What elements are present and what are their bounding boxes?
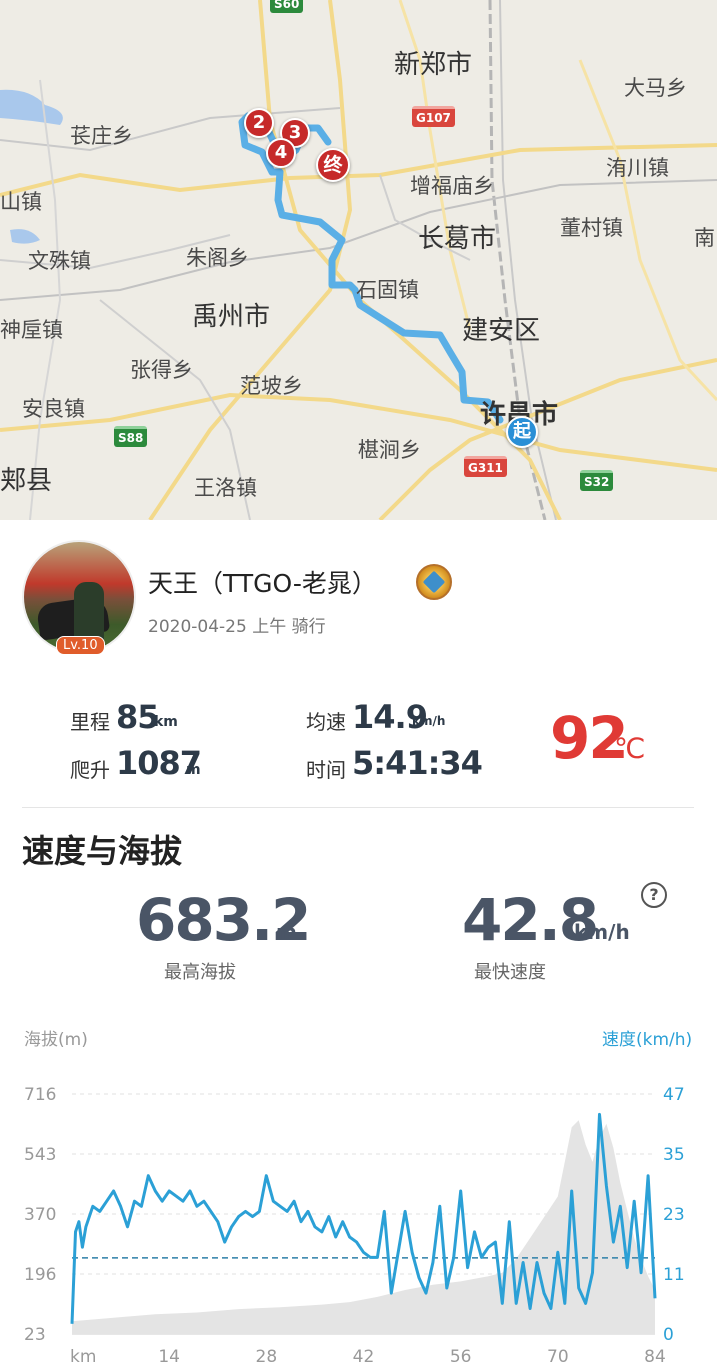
map-label-damaxiang: 大马乡 bbox=[624, 76, 687, 100]
route-map[interactable]: 新郑市 大马乡 苌庄乡 洧川镇 山镇 增福庙乡 文殊镇 朱阁乡 长葛市 董村镇 … bbox=[0, 0, 717, 520]
map-label-nan: 南 bbox=[694, 226, 715, 250]
temperature-unit: ℃ bbox=[614, 732, 646, 765]
map-label-zhuge: 朱阁乡 bbox=[186, 246, 249, 270]
distance-unit: km bbox=[154, 714, 178, 730]
x-tick-label: 56 bbox=[450, 1347, 472, 1367]
end-marker[interactable]: 终 bbox=[316, 148, 350, 182]
climb-label: 爬升 bbox=[70, 758, 110, 782]
left-tick-label: 23 bbox=[24, 1325, 46, 1345]
time-value: 5:41:34 bbox=[352, 744, 483, 782]
road-badge-s32: S32 bbox=[580, 470, 614, 491]
speed-altitude-chart[interactable]: 716 47 543 35 370 23 196 11 23 0 km 14 28 42 56 70 84 bbox=[0, 1010, 717, 1371]
map-label-zhangde: 张得乡 bbox=[130, 358, 193, 382]
ride-meta: 2020-04-25 上午 骑行 bbox=[148, 617, 326, 637]
map-label-changzhuang: 苌庄乡 bbox=[70, 124, 133, 148]
right-tick-label: 35 bbox=[663, 1145, 685, 1165]
map-label-wangluo: 王洛镇 bbox=[194, 476, 257, 500]
section-title: 速度与海拔 bbox=[22, 832, 183, 870]
road-badge-s88: S88 bbox=[114, 426, 148, 447]
max-speed-caption: 最快速度 bbox=[474, 962, 546, 983]
road-badge-g311: G311 bbox=[464, 456, 507, 477]
user-profile: Lv.10 天王（TTGO-老晁） 2020-04-25 上午 骑行 bbox=[22, 540, 702, 660]
max-altitude-unit: m bbox=[276, 920, 297, 944]
left-tick-label: 370 bbox=[24, 1205, 56, 1225]
map-label-jiaxian: 郏县 bbox=[0, 466, 53, 496]
x-tick-label: 70 bbox=[547, 1347, 569, 1367]
avg-speed-label: 均速 bbox=[306, 710, 346, 734]
right-tick-label: 0 bbox=[663, 1325, 674, 1345]
map-label-xinzheng: 新郑市 bbox=[394, 50, 473, 80]
map-label-anliang: 安良镇 bbox=[22, 397, 85, 421]
x-tick-label: 42 bbox=[353, 1347, 375, 1367]
start-marker[interactable]: 起 bbox=[506, 416, 538, 448]
map-label-fanpo: 范坡乡 bbox=[240, 374, 303, 398]
map-label-jianan: 建安区 bbox=[462, 316, 541, 346]
medal-icon[interactable] bbox=[416, 564, 452, 600]
max-speed-unit: km/h bbox=[574, 920, 630, 944]
map-label-changge: 长葛市 bbox=[418, 224, 497, 254]
map-label-dongcun: 董村镇 bbox=[560, 216, 623, 240]
map-label-shenhou: 神垕镇 bbox=[0, 318, 63, 342]
waypoint-pin-2[interactable]: 2 bbox=[244, 108, 274, 138]
max-altitude-caption: 最高海拔 bbox=[164, 962, 236, 983]
left-tick-label: 543 bbox=[24, 1145, 56, 1165]
x-tick-label: 28 bbox=[256, 1347, 278, 1367]
right-tick-label: 23 bbox=[663, 1205, 685, 1225]
level-badge: Lv.10 bbox=[56, 636, 105, 655]
left-tick-label: 196 bbox=[24, 1265, 56, 1285]
avatar-rider bbox=[74, 582, 104, 642]
road-badge-g107: G107 bbox=[412, 106, 455, 127]
right-tick-label: 11 bbox=[663, 1265, 685, 1285]
map-label-shanzhen: 山镇 bbox=[0, 190, 42, 214]
help-icon[interactable]: ? bbox=[641, 882, 667, 908]
map-label-shigu: 石固镇 bbox=[356, 278, 419, 302]
x-tick-label: 14 bbox=[158, 1347, 180, 1367]
x-axis-unit: km bbox=[70, 1347, 96, 1367]
divider bbox=[22, 807, 694, 808]
x-tick-label: 84 bbox=[644, 1347, 666, 1367]
distance-value: 85 bbox=[116, 698, 160, 736]
user-name[interactable]: 天王（TTGO-老晁） bbox=[148, 564, 377, 600]
map-label-yuzhou: 禹州市 bbox=[192, 302, 271, 332]
map-label-zengfumiao: 增福庙乡 bbox=[410, 174, 494, 198]
map-label-chenjian: 椹涧乡 bbox=[358, 438, 421, 462]
climb-unit: m bbox=[186, 762, 201, 778]
map-label-weichuan: 洧川镇 bbox=[606, 156, 669, 180]
map-label-wenshu: 文殊镇 bbox=[28, 249, 91, 273]
right-tick-label: 47 bbox=[663, 1085, 685, 1105]
distance-label: 里程 bbox=[70, 710, 110, 734]
time-label: 时间 bbox=[306, 758, 346, 782]
road-badge-s60: S60 bbox=[270, 0, 304, 13]
altitude-area bbox=[72, 1120, 655, 1334]
left-tick-label: 716 bbox=[24, 1085, 56, 1105]
avg-speed-unit: km/h bbox=[412, 714, 446, 728]
waypoint-pin-4[interactable]: 4 bbox=[266, 138, 296, 168]
